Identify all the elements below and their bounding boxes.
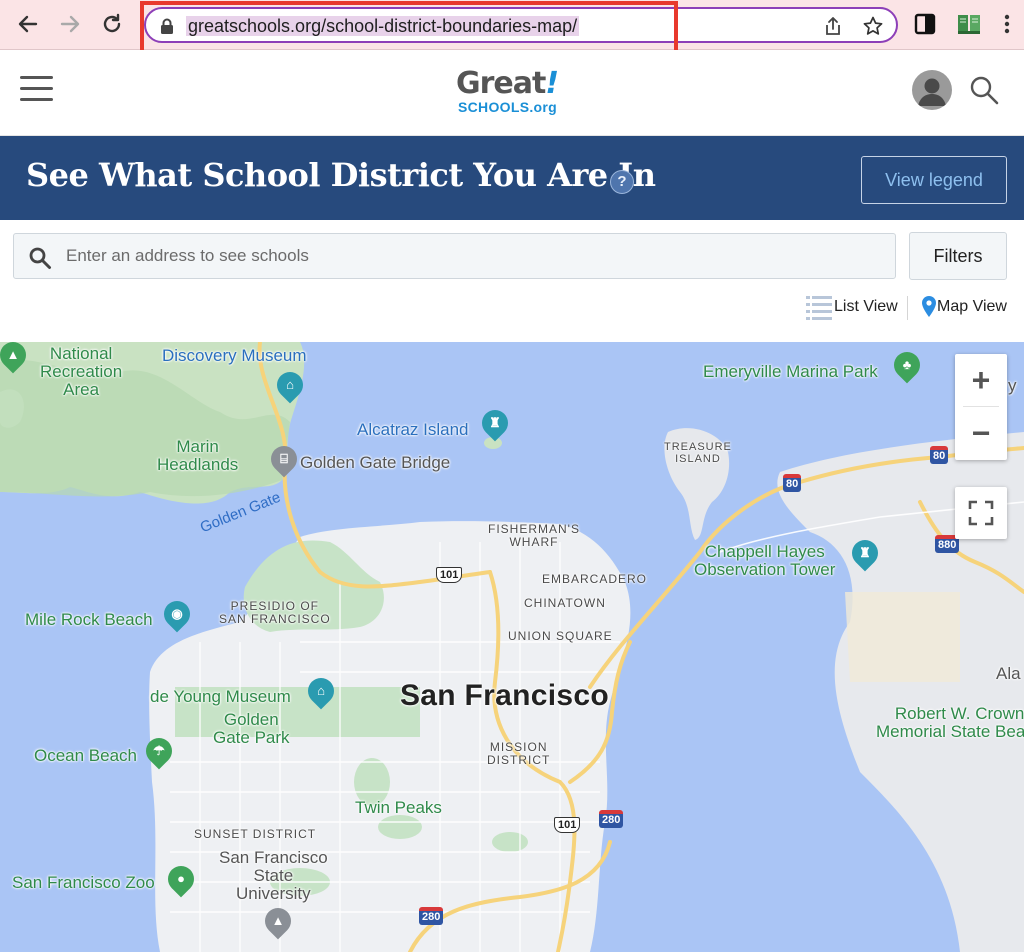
interstate-shield: 280 <box>419 907 444 925</box>
arrow-left-icon <box>18 15 38 33</box>
landmark-pin-icon[interactable]: ♜ <box>476 404 514 442</box>
site-header: Great! SCHOOLS.org <box>0 50 1024 136</box>
map-label-union-square: UNION SQUARE <box>508 629 613 643</box>
logo-mark: ! <box>545 66 559 101</box>
map-label-ggnra: National Recreation Area <box>40 344 123 399</box>
arrow-right-icon <box>60 15 80 33</box>
help-icon[interactable]: ? <box>610 170 634 194</box>
map-label-sunset-district: SUNSET DISTRICT <box>194 827 317 841</box>
title-banner: See What School District You Are In ? Vi… <box>0 136 1024 220</box>
map-label-robert-crown: Robert W. CrownMemorial State Beach <box>876 704 1024 741</box>
beach-pin-icon[interactable]: ☂ <box>140 732 178 770</box>
address-search <box>13 233 896 279</box>
map-base <box>0 342 1024 952</box>
map-label-emeryville-marina: Emeryville Marina Park <box>703 362 878 381</box>
map-label-sfsu: San Francisco State University <box>219 848 328 903</box>
map-label-marin-headlands: Marin Headlands <box>157 437 239 474</box>
filters-button[interactable]: Filters <box>909 232 1007 280</box>
map-label-fishermans-wharf: FISHERMAN'S WHARF <box>488 522 580 549</box>
search-icon[interactable] <box>968 74 1000 106</box>
map-label-discovery-museum: Discovery Museum <box>162 346 307 365</box>
logo-word: Great <box>456 66 546 101</box>
map-label-golden-gate-park: Golden Gate Park <box>213 710 290 747</box>
map-label-chappell-hayes: Chappell Hayes Observation Tower <box>694 542 836 579</box>
address-search-input[interactable] <box>66 234 886 278</box>
map-label-alcatraz: Alcatraz Island <box>357 420 469 439</box>
list-icon <box>806 296 832 320</box>
fullscreen-icon <box>968 500 994 526</box>
more-menu-icon[interactable] <box>1004 13 1010 35</box>
user-avatar-icon[interactable] <box>912 70 952 110</box>
zoo-pin-icon[interactable]: ● <box>162 860 200 898</box>
map-label-chinatown: CHINATOWN <box>524 596 606 610</box>
map-label-mile-rock-beach: Mile Rock Beach <box>25 610 153 629</box>
reload-button[interactable] <box>98 10 126 38</box>
zoom-out-button[interactable]: − <box>955 407 1007 460</box>
zoom-control: + − <box>955 354 1007 460</box>
us-highway-shield: 101 <box>554 817 581 833</box>
interstate-shield: 80 <box>783 474 802 492</box>
share-icon[interactable] <box>824 16 842 36</box>
view-legend-button[interactable]: View legend <box>861 156 1007 204</box>
museum-pin-icon[interactable]: ⌂ <box>302 672 340 710</box>
list-view-label: List View <box>834 298 898 315</box>
map-pin-icon <box>922 296 936 317</box>
tower-pin-icon[interactable]: ♜ <box>846 534 884 572</box>
menu-icon[interactable] <box>20 76 54 102</box>
school-district-map[interactable]: National Recreation Area Discovery Museum … <box>0 342 1024 952</box>
fullscreen-button[interactable] <box>955 487 1007 539</box>
bridge-pin-icon[interactable]: ⌸ <box>265 440 303 478</box>
map-view-toggle[interactable]: Map View <box>921 292 1007 322</box>
side-panel-icon[interactable] <box>914 13 936 35</box>
map-label-embarcadero: EMBARCADERO <box>542 572 648 586</box>
interstate-shield: 280 <box>599 810 624 828</box>
back-button[interactable] <box>14 10 42 38</box>
map-label-treasure-island: TREASURE ISLAND <box>664 441 732 465</box>
map-label-de-young: de Young Museum <box>150 687 291 706</box>
museum-pin-icon[interactable]: ⌂ <box>271 366 309 404</box>
map-label-twin-peaks: Twin Peaks <box>355 798 442 817</box>
bookmark-star-icon[interactable] <box>862 15 884 37</box>
camera-pin-icon[interactable]: ◉ <box>158 595 196 633</box>
list-view-toggle[interactable]: List View <box>806 292 898 322</box>
forward-button[interactable] <box>56 10 84 38</box>
map-label-ocean-beach: Ocean Beach <box>34 746 138 765</box>
reload-icon <box>103 13 121 33</box>
browser-toolbar: greatschools.org/school-district-boundar… <box>0 0 1024 55</box>
logo-sub: SCHOOLS.org <box>458 99 557 115</box>
us-highway-shield: 101 <box>436 567 463 583</box>
map-label-mission-district: MISSION DISTRICT <box>487 740 551 767</box>
map-label-sf-zoo: San Francisco Zoo <box>12 873 155 892</box>
map-label-emeryville: y <box>1008 376 1017 395</box>
map-label-city: San Francisco <box>400 679 609 712</box>
map-view-label: Map View <box>937 298 1007 315</box>
interstate-shield: 80 <box>930 446 949 464</box>
greatschools-logo[interactable]: Great! SCHOOLS.org <box>456 66 576 122</box>
zoom-in-button[interactable]: + <box>955 354 1007 407</box>
magnifier-icon <box>29 247 51 269</box>
url-highlight-box <box>140 1 678 55</box>
extension-book-icon[interactable] <box>956 11 982 37</box>
map-label-presidio: PRESIDIO OF SAN FRANCISCO <box>219 599 331 626</box>
map-label-golden-gate-bridge: Golden Gate Bridge <box>300 453 451 472</box>
map-label-alameda: Ala <box>996 664 1021 683</box>
school-pin-icon[interactable]: ▲ <box>259 902 297 940</box>
tree-pin-icon[interactable]: ♣ <box>888 346 926 384</box>
page-title: See What School District You Are In <box>26 156 656 194</box>
view-divider <box>907 296 908 320</box>
